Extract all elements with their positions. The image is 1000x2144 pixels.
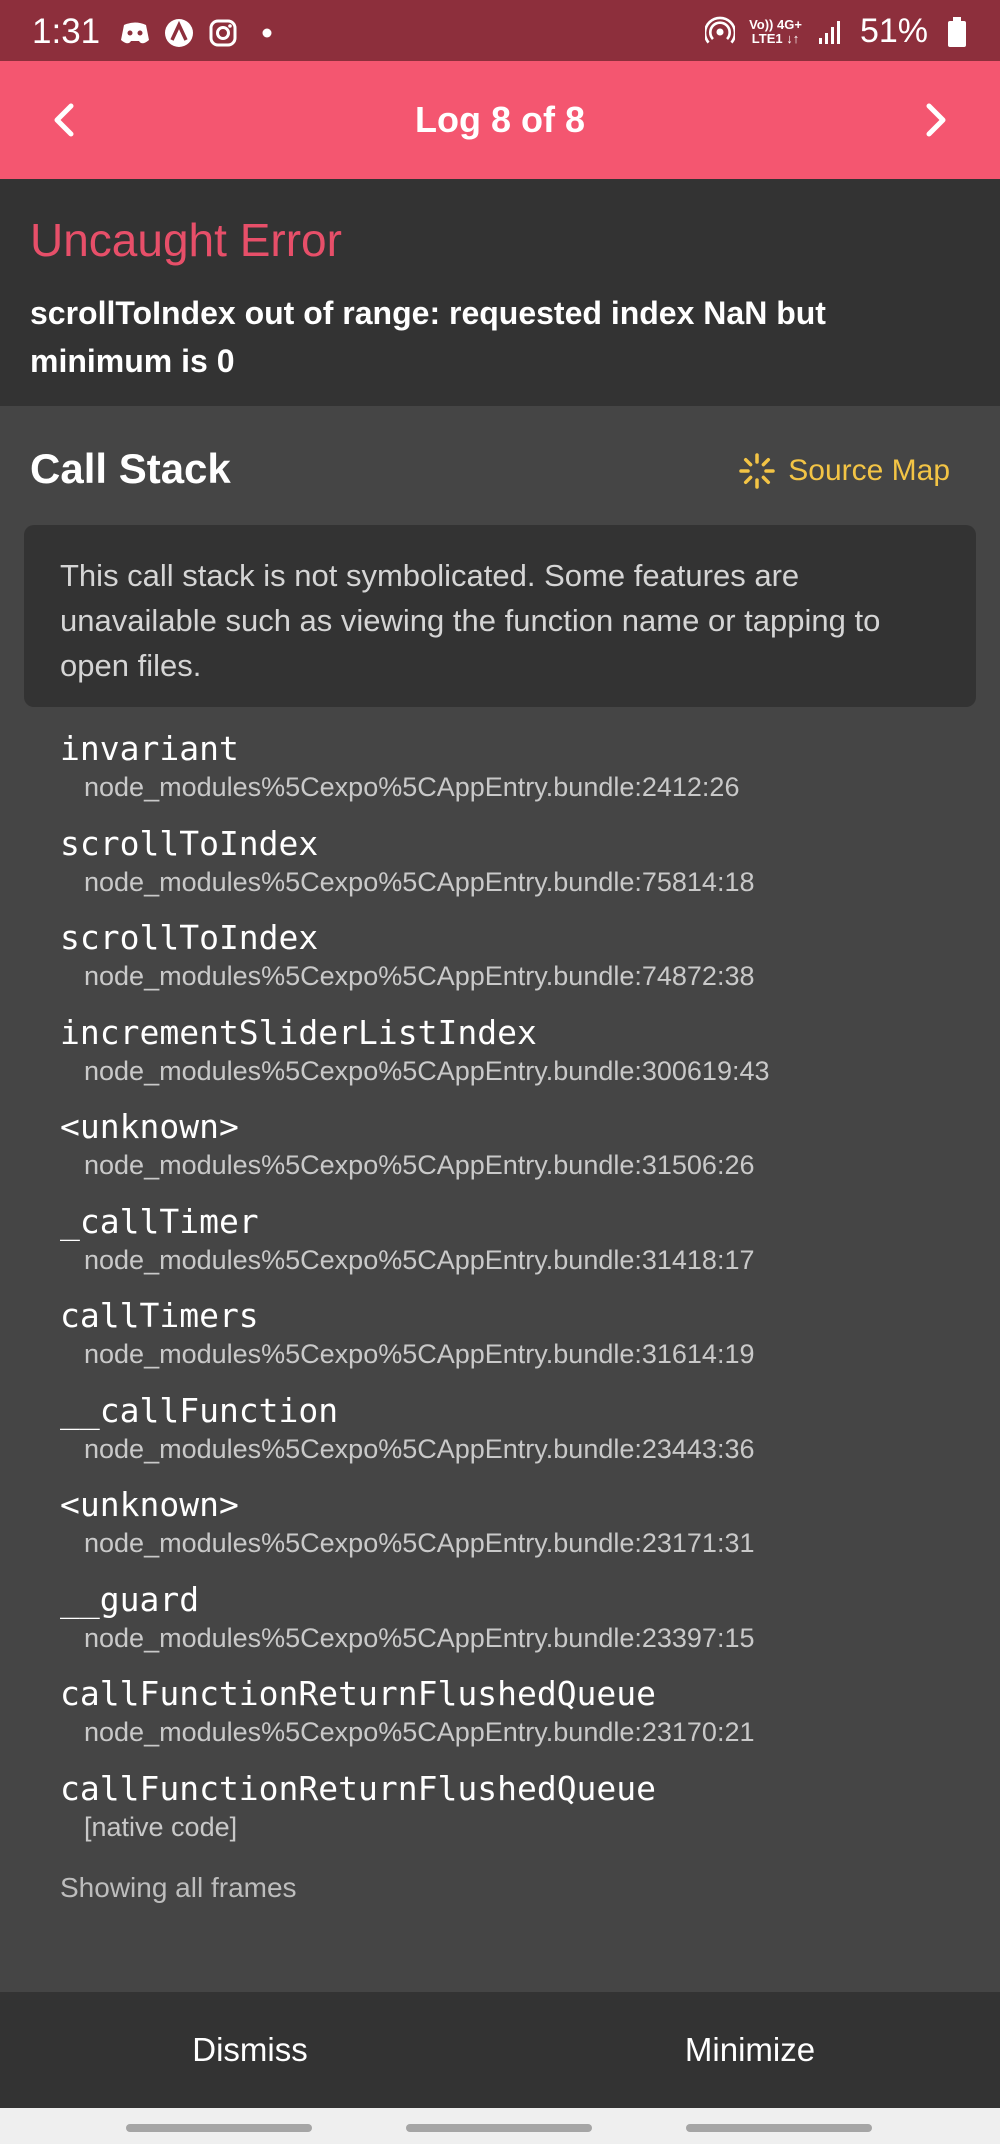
frame-location: node_modules%5Cexpo%5CAppEntry.bundle:23… (84, 1717, 755, 1747)
stack-frame[interactable]: scrollToIndex node_modules%5Cexpo%5CAppE… (60, 823, 980, 918)
frame-location: node_modules%5Cexpo%5CAppEntry.bundle:23… (84, 1433, 755, 1464)
chevron-right-icon (926, 103, 946, 137)
dot-icon (252, 18, 282, 48)
error-title: Uncaught Error (30, 214, 342, 266)
loading-spinner-icon (739, 453, 775, 489)
frame-location: node_modules%5Cexpo%5CAppEntry.bundle:24… (84, 772, 740, 802)
status-bar: 1:31 Vo)) 4G+ LTE1 ↓↑ 51% (0, 0, 1000, 61)
signal-icon (816, 17, 846, 47)
stack-frame[interactable]: <unknown> node_modules%5Cexpo%5CAppEntry… (60, 1484, 980, 1579)
frame-location: node_modules%5Cexpo%5CAppEntry.bundle:30… (84, 1055, 770, 1086)
page-title: Log 8 of 8 (415, 99, 585, 140)
frame-function-name: __callFunction (60, 1390, 339, 1430)
back-gesture-handle[interactable] (686, 2124, 872, 2132)
frame-function-name: invariant (60, 729, 239, 768)
frame-function-name: _callTimer (60, 1201, 259, 1241)
symbolication-notice: This call stack is not symbolicated. Som… (24, 525, 976, 707)
status-indicators: Vo)) 4G+ LTE1 ↓↑ 51% (705, 12, 972, 51)
frame-function-name: <unknown> (60, 1485, 239, 1524)
network-type: Vo)) 4G+ LTE1 ↓↑ (749, 16, 802, 46)
next-log-button[interactable] (902, 85, 972, 155)
stack-frame[interactable]: _callTimer node_modules%5Cexpo%5CAppEntr… (60, 1201, 980, 1296)
hotspot-icon (705, 16, 736, 47)
stack-frame[interactable]: __callFunction node_modules%5Cexpo%5CApp… (60, 1390, 980, 1485)
stack-frame[interactable]: scrollToIndex node_modules%5Cexpo%5CAppE… (60, 917, 980, 1012)
network-bottom-label: LTE1 ↓↑ (751, 30, 800, 46)
frame-function-name: <unknown> (60, 1107, 239, 1146)
discord-icon (120, 18, 150, 48)
frames-status-text: Showing all frames (60, 1872, 297, 1903)
log-header: Log 8 of 8 (0, 61, 1000, 179)
battery-icon (942, 16, 972, 47)
frame-function-name: scrollToIndex (60, 918, 319, 957)
recents-gesture-handle[interactable] (126, 2124, 312, 2132)
system-nav-bar (0, 2108, 1000, 2144)
dismiss-button[interactable]: Dismiss (0, 1992, 500, 2108)
battery-percent: 51% (859, 12, 928, 50)
instagram-icon (208, 18, 238, 48)
frame-location: node_modules%5Cexpo%5CAppEntry.bundle:74… (84, 961, 755, 991)
frame-location: [native code] (84, 1811, 238, 1842)
network-top-label: Vo)) 4G+ (749, 16, 802, 32)
stack-frame[interactable]: incrementSliderListIndex node_modules%5C… (60, 1012, 980, 1107)
frame-location: node_modules%5Cexpo%5CAppEntry.bundle:31… (84, 1244, 755, 1275)
frame-location: node_modules%5Cexpo%5CAppEntry.bundle:31… (84, 1339, 755, 1369)
source-map-label: Source Map (788, 454, 950, 487)
source-map-button[interactable]: Source Map (738, 452, 950, 490)
frame-function-name: callTimers (60, 1296, 259, 1335)
frame-location: node_modules%5Cexpo%5CAppEntry.bundle:23… (84, 1528, 755, 1558)
frame-function-name: __guard (60, 1579, 200, 1619)
stack-frames-list: invariant node_modules%5Cexpo%5CAppEntry… (60, 728, 980, 1862)
stack-frame[interactable]: __guard node_modules%5Cexpo%5CAppEntry.b… (60, 1579, 980, 1674)
notification-icons (120, 18, 282, 48)
app-icon (164, 18, 194, 48)
frame-location: node_modules%5Cexpo%5CAppEntry.bundle:75… (84, 866, 755, 897)
stack-frame[interactable]: <unknown> node_modules%5Cexpo%5CAppEntry… (60, 1106, 980, 1201)
home-gesture-handle[interactable] (406, 2124, 592, 2132)
stack-frame[interactable]: callTimers node_modules%5Cexpo%5CAppEntr… (60, 1295, 980, 1390)
error-message: scrollToIndex out of range: requested in… (30, 295, 826, 379)
status-time: 1:31 (32, 12, 101, 51)
stack-frame[interactable]: invariant node_modules%5Cexpo%5CAppEntry… (60, 728, 980, 823)
frame-function-name: incrementSliderListIndex (60, 1012, 537, 1052)
frame-location: node_modules%5Cexpo%5CAppEntry.bundle:23… (84, 1622, 755, 1653)
stack-frame[interactable]: callFunctionReturnFlushedQueue node_modu… (60, 1673, 980, 1768)
call-stack-title: Call Stack (30, 445, 231, 492)
footer-actions: Dismiss Minimize (0, 1992, 1000, 2108)
frame-function-name: scrollToIndex (60, 823, 319, 863)
stack-frame[interactable]: callFunctionReturnFlushedQueue [native c… (60, 1768, 980, 1863)
frame-location: node_modules%5Cexpo%5CAppEntry.bundle:31… (84, 1150, 755, 1180)
frame-function-name: callFunctionReturnFlushedQueue (60, 1674, 657, 1713)
error-section: Uncaught Error scrollToIndex out of rang… (0, 179, 1000, 406)
frame-function-name: callFunctionReturnFlushedQueue (60, 1768, 657, 1808)
minimize-button[interactable]: Minimize (500, 1992, 1000, 2108)
